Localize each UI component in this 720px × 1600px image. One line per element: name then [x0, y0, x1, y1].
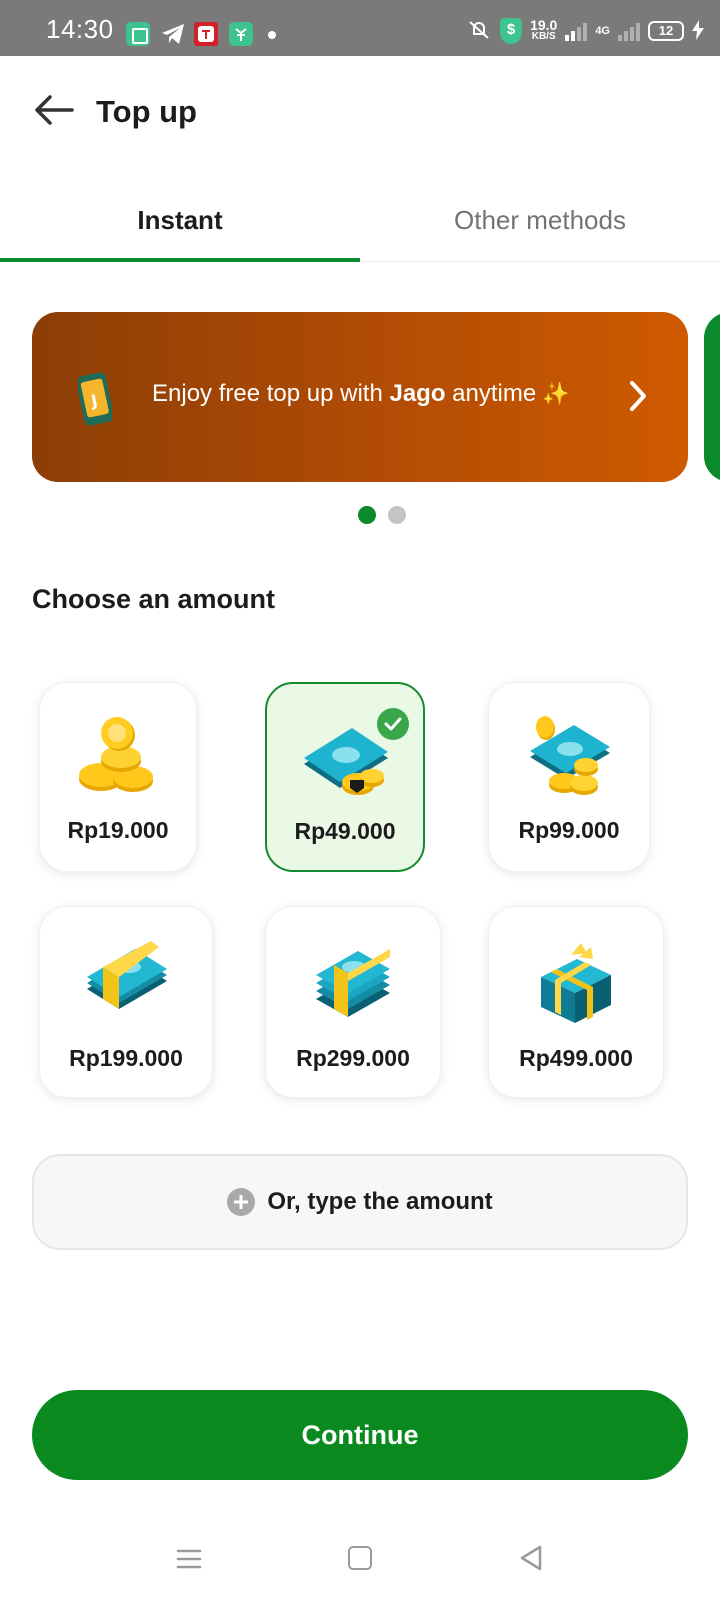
home-icon[interactable] [348, 1546, 372, 1570]
money-coins-icon [304, 728, 388, 795]
status-time: 14:30 [46, 14, 114, 44]
tab-instant[interactable]: Instant [0, 178, 360, 262]
system-nav-bar [0, 1520, 720, 1600]
tab-bar: Instant Other methods [0, 178, 720, 264]
plus-circle-icon [227, 1188, 256, 1216]
carousel-dots [358, 506, 406, 524]
red-app-icon [194, 22, 218, 46]
amount-label: Rp19.000 [67, 817, 169, 843]
cash-stack-icon [316, 949, 390, 1017]
carousel-dot-2[interactable] [388, 506, 406, 524]
type-amount-button[interactable]: Or, type the amount [32, 1154, 688, 1250]
status-indicators: $ 19.0 KB/S 4G 12 [466, 18, 704, 44]
network-speed-unit: KB/S [531, 31, 556, 42]
network-speed: 19.0 KB/S [530, 17, 558, 43]
tab-other-methods[interactable]: Other methods [360, 178, 720, 262]
page-title: Top up [96, 94, 197, 129]
amount-option-49000[interactable]: Rp49.000 [265, 682, 425, 872]
mute-icon [466, 19, 492, 44]
battery-icon: 12 [648, 21, 684, 41]
type-amount-label: Or, type the amount [267, 1188, 493, 1215]
carousel-dot-1[interactable] [358, 506, 376, 524]
amount-option-99000[interactable]: Rp99.000 [488, 682, 650, 872]
telegram-icon [160, 22, 184, 46]
active-tab-indicator [0, 258, 360, 262]
banner-text-after: anytime [445, 380, 537, 407]
store-app-icon [229, 22, 253, 46]
cash-gift-stack-icon [541, 943, 611, 1023]
amount-label: Rp49.000 [294, 818, 396, 844]
chevron-right-icon [630, 381, 646, 411]
continue-button[interactable]: Continue [32, 1390, 688, 1480]
notification-dot [268, 31, 276, 39]
banner-text-before: Enjoy free top up with [152, 380, 390, 407]
next-banner-preview[interactable] [704, 312, 720, 482]
signal-icon [565, 21, 588, 41]
status-bar: 14:30 $ 19.0 KB/S 4G 12 [0, 0, 720, 56]
amount-option-19000[interactable]: Rp19.000 [39, 682, 197, 872]
cash-bundle-icon [87, 941, 167, 1009]
back-button[interactable] [32, 92, 76, 128]
sparkle-icon: ✨ [542, 381, 570, 406]
recent-apps-icon[interactable] [176, 1548, 202, 1570]
amount-option-499000[interactable]: Rp499.000 [488, 906, 664, 1098]
dollar-shield-icon: $ [500, 18, 523, 44]
money-coins-icon [530, 716, 610, 795]
amount-label: Rp99.000 [518, 817, 620, 843]
notes-app-icon [126, 22, 150, 46]
amount-label: Rp199.000 [69, 1045, 183, 1071]
banner-brand: Jago [389, 380, 446, 407]
amount-option-299000[interactable]: Rp299.000 [265, 906, 441, 1098]
signal-2-icon [618, 21, 640, 41]
charging-icon [692, 19, 704, 43]
coins-icon [79, 717, 153, 792]
network-speed-value: 19.0 [530, 17, 558, 33]
amount-option-199000[interactable]: Rp199.000 [39, 906, 213, 1098]
amount-label: Rp499.000 [519, 1045, 633, 1071]
banner-text: Enjoy free top up with Jago anytime ✨ [152, 380, 570, 408]
amount-section-title: Choose an amount [32, 584, 276, 614]
network-type: 4G [595, 25, 610, 37]
jago-phone-icon: J [78, 372, 112, 426]
app-header: Top up [0, 56, 720, 166]
promo-banner[interactable]: J Enjoy free top up with Jago anytime ✨ [32, 312, 688, 482]
amount-label: Rp299.000 [296, 1045, 410, 1071]
nav-back-icon[interactable] [518, 1544, 544, 1572]
arrow-left-icon [35, 95, 74, 125]
